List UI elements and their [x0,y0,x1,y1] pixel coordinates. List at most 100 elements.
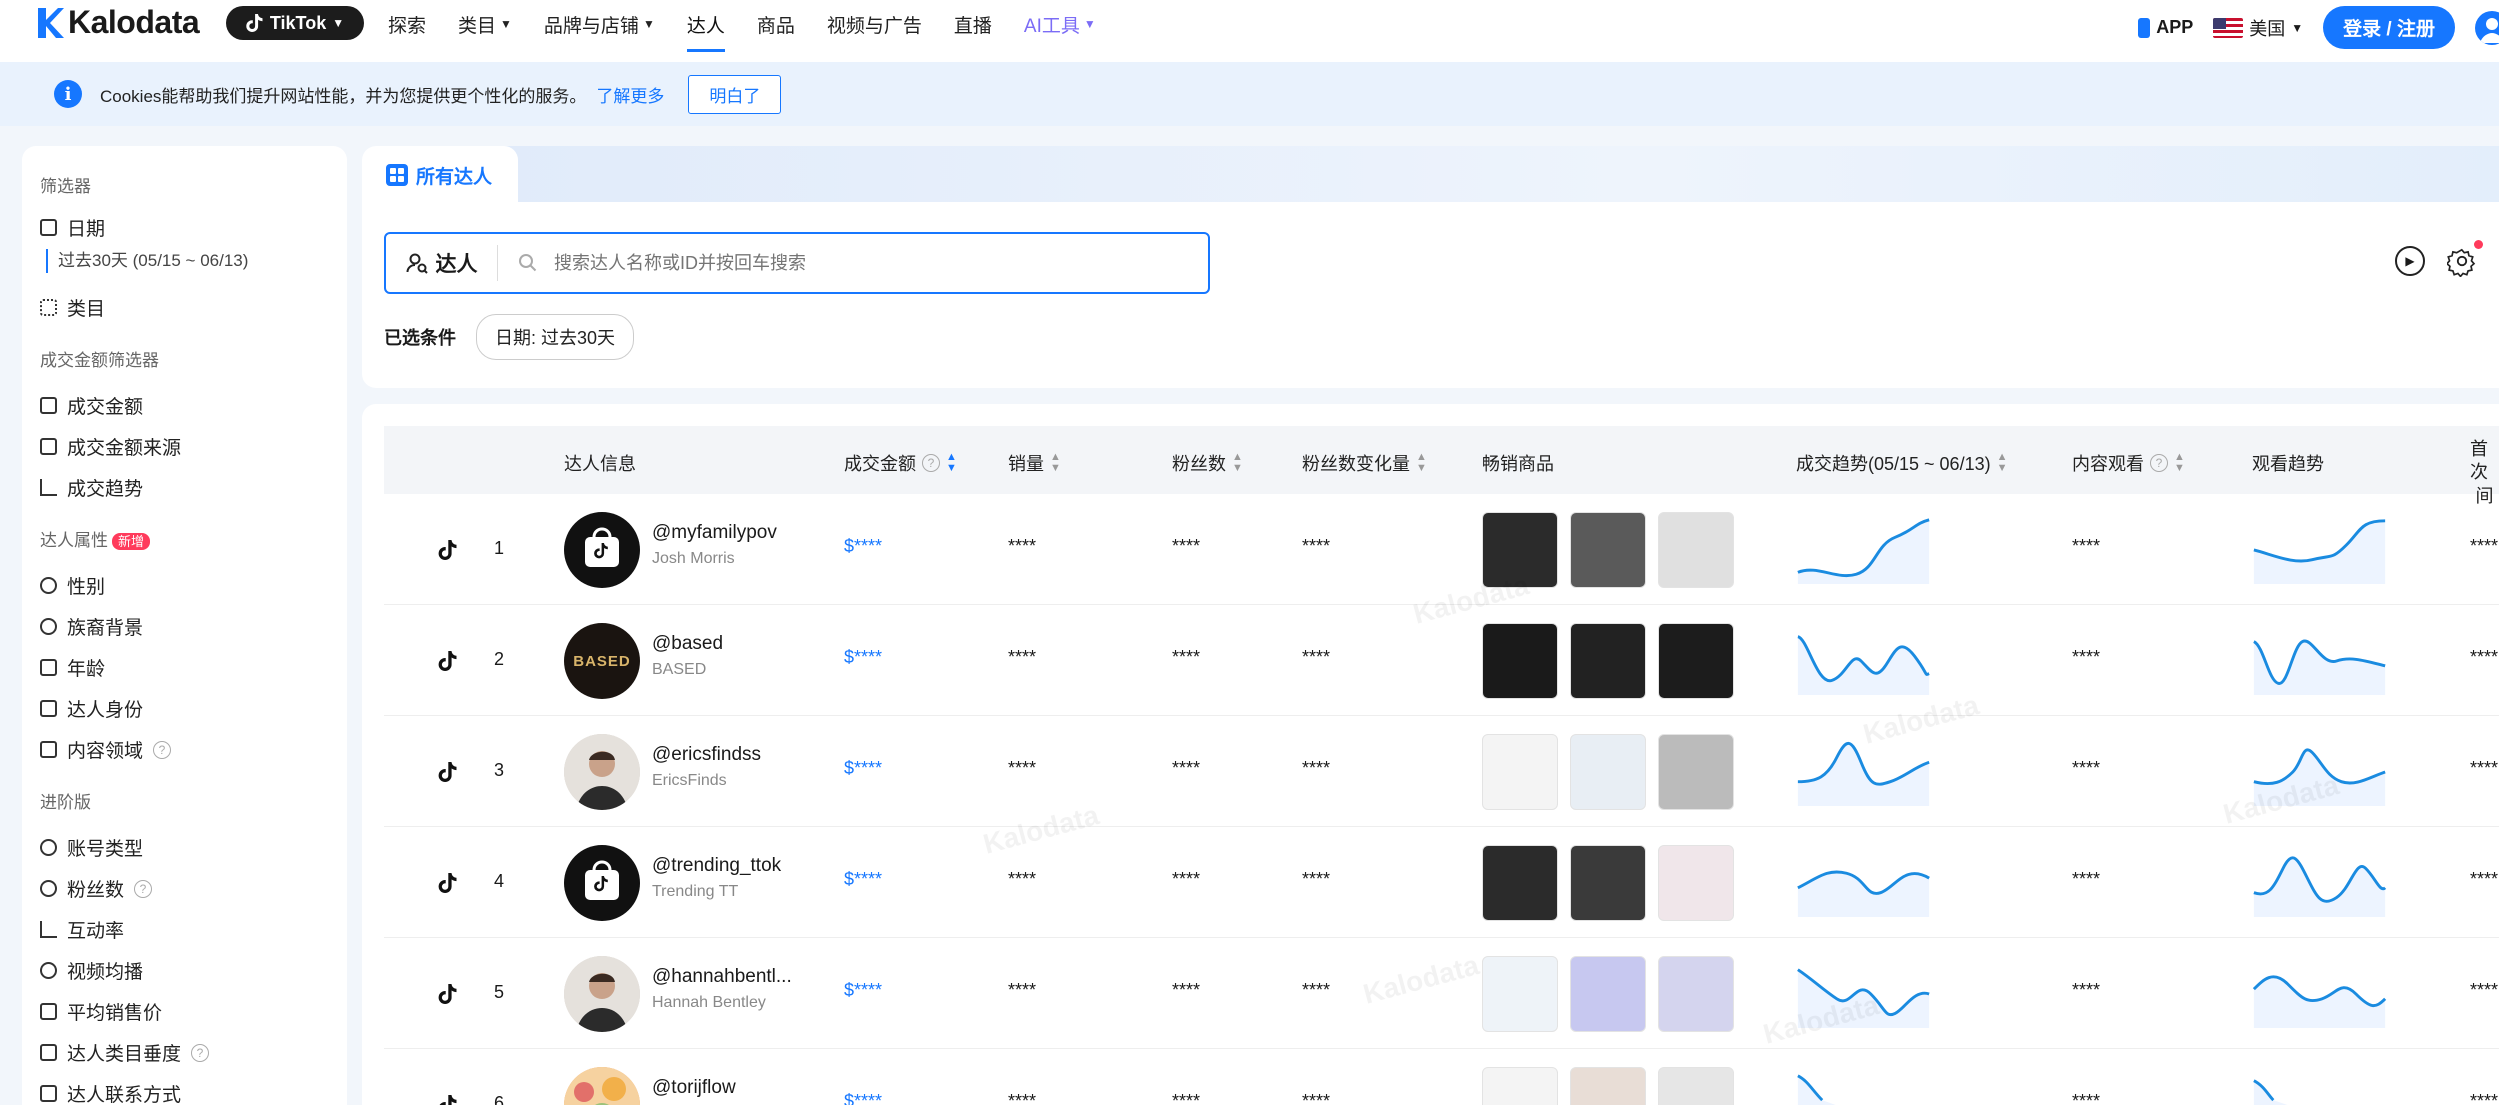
tab-all-creators[interactable]: 所有达人 [362,146,518,204]
kalodata-logo[interactable]: Kalodata [36,4,200,41]
table-row[interactable]: 5 @hannahbentl... Hannah Bentley $**** *… [384,938,2499,1049]
filter-avg-price[interactable]: 平均销售价 [40,991,347,1032]
mail-icon [40,1085,57,1102]
product-thumbnail[interactable] [1482,1067,1558,1105]
creator-avatar[interactable] [564,956,640,1032]
creator-avatar[interactable]: BASED [564,623,640,699]
col-gmv-trend[interactable]: 成交趋势(05/15 ~ 06/13) ▲ ▼ [1796,450,2007,476]
product-thumbnail[interactable] [1570,1067,1646,1105]
nav-creators[interactable]: 达人 [686,8,725,52]
product-thumbnail[interactable] [1658,845,1734,921]
help-icon[interactable]: ? [153,740,172,759]
filter-engagement[interactable]: 互动率 [40,909,347,950]
sort-icon[interactable]: ▲ ▼ [946,452,957,474]
product-thumbnail[interactable] [1570,845,1646,921]
product-thumbnail[interactable] [1482,623,1558,699]
region-selector[interactable]: 美国 ▼ [2213,15,2303,41]
product-thumbnail[interactable] [1658,1067,1734,1105]
col-gmv[interactable]: 成交金额? ▲ ▼ [844,450,957,476]
nav-videos-ads[interactable]: 视频与广告 [827,8,922,40]
nav-products[interactable]: 商品 [757,8,795,40]
creator-handle[interactable]: @hannahbentl... [652,966,792,988]
chevron-down-icon: ▼ [1083,17,1096,31]
filter-followers[interactable]: 粉丝数? [40,868,347,909]
nav-category[interactable]: 类目 ▼ [458,8,512,40]
filter-gmv-source[interactable]: 成交金额来源 [40,426,347,467]
help-icon[interactable]: ? [922,454,940,472]
views-value: **** [2072,647,2101,667]
date-condition-chip[interactable]: 日期: 过去30天 [476,314,635,360]
filter-category-focus[interactable]: 达人类目垂度? [40,1032,347,1073]
filter-ethnicity[interactable]: 族裔背景 [40,606,347,647]
search-type-selector[interactable]: 达人 [386,245,498,281]
product-thumbnail[interactable] [1658,734,1734,810]
filter-date[interactable]: 日期 [40,211,347,243]
filter-gmv[interactable]: 成交金额 [40,385,347,426]
product-thumbnail[interactable] [1658,512,1734,588]
user-avatar-icon[interactable] [2475,10,2499,45]
user-search-icon [406,253,428,274]
document-icon [40,741,57,758]
filter-avg-views[interactable]: 视频均播 [40,950,347,991]
views-value: **** [2072,536,2101,556]
creator-handle[interactable]: @torijflow [652,1077,736,1099]
settings-gear-icon[interactable] [2447,240,2483,277]
nav-ai-tools[interactable]: AI工具 ▼ [1024,8,1096,40]
sort-icon[interactable]: ▲ ▼ [2174,452,2185,474]
cookie-accept-button[interactable]: 明白了 [688,74,782,114]
creator-handle[interactable]: @based [652,633,723,655]
nav-live[interactable]: 直播 [954,8,992,40]
creator-handle[interactable]: @ericsfindss [652,744,761,766]
creator-handle[interactable]: @trending_ttok [652,855,781,877]
filter-gender[interactable]: 性别 [40,565,347,606]
filter-contact[interactable]: 达人联系方式 [40,1073,347,1105]
creator-display-name: BASED [652,661,707,678]
filter-category[interactable]: 类目 [40,287,347,328]
platform-selector[interactable]: TikTok ▼ [226,6,364,40]
product-thumbnail[interactable] [1570,734,1646,810]
table-row[interactable]: 4 @trending_ttok Trending TT $**** **** … [384,827,2499,938]
table-row[interactable]: 2 BASED @based BASED $**** **** **** ***… [384,605,2499,716]
nav-brand-shop[interactable]: 品牌与店铺 ▼ [544,8,655,40]
table-row[interactable]: 1 @myfamilypov Josh Morris $**** **** **… [384,494,2499,605]
product-thumbnail[interactable] [1482,845,1558,921]
filter-account-type[interactable]: 账号类型 [40,827,347,868]
col-sales[interactable]: 销量 ▲ ▼ [1008,450,1061,476]
filter-gmv-trend[interactable]: 成交趋势 [40,467,347,508]
product-thumbnail[interactable] [1570,512,1646,588]
product-thumbnail[interactable] [1482,734,1558,810]
product-thumbnail[interactable] [1482,956,1558,1032]
search-input[interactable] [538,243,1208,283]
login-register-button[interactable]: 登录 / 注册 [2323,6,2455,49]
play-tutorial-icon[interactable]: ▶ [2395,246,2425,276]
creator-avatar[interactable] [564,734,640,810]
col-views[interactable]: 内容观看? ▲ ▼ [2072,450,2185,476]
help-icon[interactable]: ? [2150,454,2168,472]
creator-avatar[interactable] [564,845,640,921]
table-row[interactable]: 6 @torijflow $**** **** **** **** **** *… [384,1049,2499,1105]
filter-content-domain[interactable]: 内容领域? [40,729,347,770]
product-thumbnail[interactable] [1570,623,1646,699]
filter-date-value[interactable]: 过去30天 (05/15 ~ 06/13) [46,249,347,273]
creator-avatar[interactable] [564,1067,640,1105]
app-download-link[interactable]: APP [2138,17,2193,38]
creator-handle[interactable]: @myfamilypov [652,522,777,544]
help-icon[interactable]: ? [191,1043,210,1062]
nav-explore[interactable]: 探索 [388,8,426,40]
table-row[interactable]: 3 @ericsfindss EricsFinds $**** **** ***… [384,716,2499,827]
product-thumbnail[interactable] [1482,512,1558,588]
product-thumbnail[interactable] [1658,623,1734,699]
sort-icon[interactable]: ▲ ▼ [1997,452,2008,474]
col-followers[interactable]: 粉丝数 ▲ ▼ [1172,450,1243,476]
filter-age[interactable]: 年龄 [40,647,347,688]
learn-more-link[interactable]: 了解更多 [596,82,664,107]
sort-icon[interactable]: ▲ ▼ [1232,452,1243,474]
creator-avatar[interactable] [564,512,640,588]
product-thumbnail[interactable] [1658,956,1734,1032]
help-icon[interactable]: ? [134,879,153,898]
col-follower-change[interactable]: 粉丝数变化量 ▲ ▼ [1302,450,1427,476]
sort-icon[interactable]: ▲ ▼ [1416,452,1427,474]
sort-icon[interactable]: ▲ ▼ [1050,452,1061,474]
filter-identity[interactable]: 达人身份 [40,688,347,729]
product-thumbnail[interactable] [1570,956,1646,1032]
